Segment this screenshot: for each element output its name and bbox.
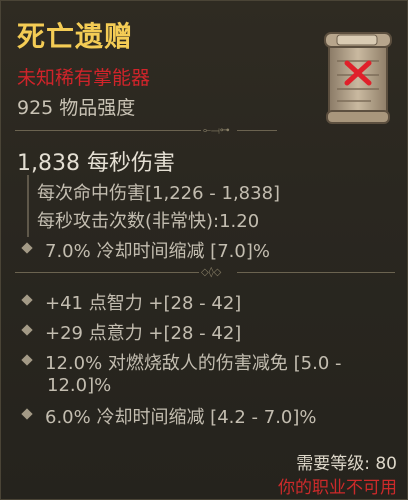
item-rarity-type: 未知稀有掌能器	[17, 67, 151, 89]
damage-per-hit: 每次命中伤害[1,226 - 1,838]	[37, 183, 281, 204]
stat-bracket	[27, 175, 29, 237]
scroll-icon	[324, 32, 392, 124]
item-tooltip: 死亡遗赠 未知稀有掌能器 925 物品强度 ⟜⟞⊶ 1,838 每秒伤害 每次命…	[0, 0, 408, 500]
divider-top: ⟜⟞⊶	[15, 125, 395, 137]
diamond-bullet-icon	[21, 324, 33, 336]
affix-row: +41 点智力 +[28 - 42]	[17, 289, 241, 315]
diamond-bullet-icon	[21, 354, 33, 366]
affix-row: 12.0% 对燃烧敌人的伤害减免 [5.0 -	[17, 349, 342, 375]
class-unusable-warning: 你的职业不可用	[278, 478, 397, 498]
attacks-per-second: 每秒攻击次数(非常快):1.20	[37, 211, 260, 232]
required-level: 需要等级: 80	[296, 454, 397, 474]
item-name: 死亡遗赠	[17, 20, 134, 53]
affix-continuation: 12.0]%	[47, 375, 112, 396]
item-power: 925 物品强度	[17, 97, 136, 119]
divider-middle: ◇◊◇	[15, 267, 395, 279]
diamond-bullet-icon	[21, 242, 33, 254]
diamond-bullet-icon	[21, 294, 33, 306]
affix-row: +29 点意力 +[28 - 42]	[17, 319, 241, 345]
affix-row: 6.0% 冷却时间缩减 [4.2 - 7.0]%	[17, 403, 317, 429]
diamond-bullet-icon	[21, 408, 33, 420]
implicit-affix: 7.0% 冷却时间缩减 [7.0]%	[17, 237, 270, 263]
damage-per-second: 1,838 每秒伤害	[17, 151, 175, 176]
